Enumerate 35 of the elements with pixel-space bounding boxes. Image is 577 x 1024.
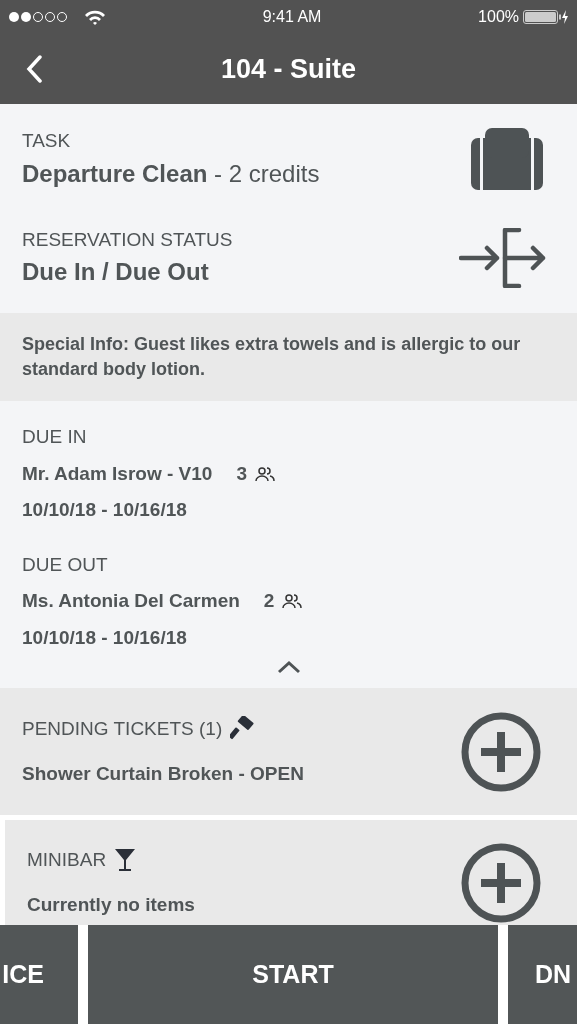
reservation-label: RESERVATION STATUS <box>22 227 233 252</box>
battery-percent: 100% <box>478 7 519 27</box>
reservation-value: Due In / Due Out <box>22 257 210 287</box>
action-button[interactable]: DN <box>508 925 577 1024</box>
special-info-text: Special Info: Guest likes extra towels and is allergic to our standard body lotion. <box>22 332 522 381</box>
guest-count: 3 <box>236 461 247 486</box>
people-icon <box>255 465 275 482</box>
pending-tickets-title: PENDING TICKETS (1) <box>22 717 223 741</box>
collapse-chevron-icon[interactable] <box>276 660 301 674</box>
add-icon[interactable] <box>461 711 541 792</box>
action-button[interactable]: START <box>88 925 498 1024</box>
guest-section-label: DUE OUT <box>22 552 109 577</box>
guest-name: Mr. Adam Isrow - V10 <box>22 461 213 486</box>
task-label: TASK <box>22 129 72 153</box>
guest-name: Ms. Antonia Del Carmen <box>22 589 240 613</box>
luggage-icon <box>471 128 543 191</box>
battery-icon <box>523 9 569 25</box>
guest-section-label: DUE IN <box>22 425 88 449</box>
guest-dates: 10/10/18 - 10/16/18 <box>22 498 188 522</box>
back-icon <box>26 55 42 83</box>
action-button[interactable]: ICE <box>0 925 78 1024</box>
people-icon <box>282 593 303 610</box>
signal-icon <box>8 11 68 23</box>
pending-tickets-item: Shower Curtain Broken - OPEN <box>22 761 304 786</box>
wifi-icon <box>84 9 106 25</box>
guest-count: 2 <box>263 589 275 613</box>
task-value: Departure Clean - 2 credits <box>22 158 320 189</box>
minibar-title: MINIBAR <box>27 848 107 872</box>
guest-dates: 10/10/18 - 10/16/18 <box>22 625 188 650</box>
clock-time: 9:41 AM <box>262 7 322 27</box>
add-icon[interactable] <box>461 842 541 923</box>
page-title: 104 - Suite <box>220 52 357 86</box>
minibar-item: Currently no items <box>27 892 195 917</box>
arrow-in-out-icon <box>459 227 547 288</box>
cocktail-glass-icon <box>114 848 137 873</box>
